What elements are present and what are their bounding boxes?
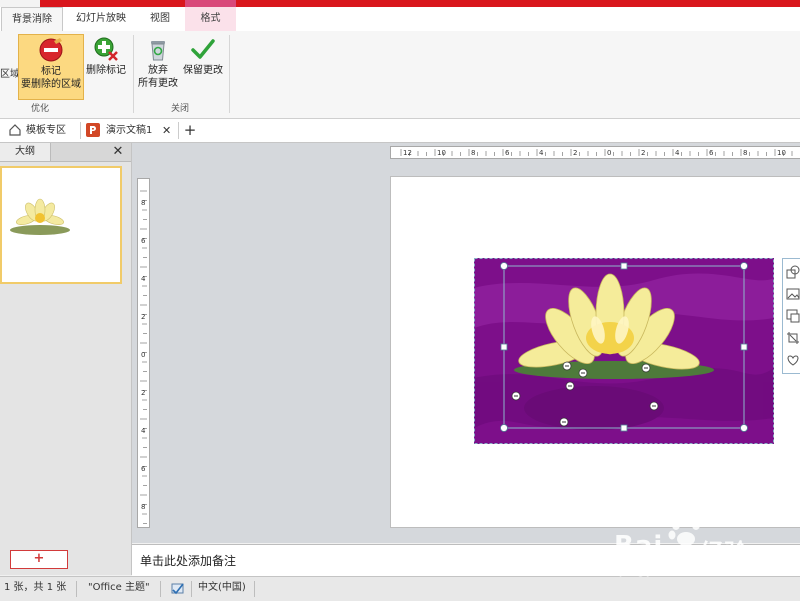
quick-access-toolbar	[0, 0, 40, 7]
vertical-ruler[interactable]: 8 6 4 2 0 2 4 6 8	[137, 178, 150, 528]
outline-tab[interactable]: 大纲	[0, 143, 51, 161]
discard-all-changes-button[interactable]: 放弃 所有更改	[135, 34, 181, 98]
status-separator	[160, 581, 161, 597]
delete-mark-label: 删除标记	[86, 65, 126, 76]
mark-line2: 要删除的区域	[21, 79, 81, 90]
partial-button-label[interactable]: 区域	[0, 65, 20, 80]
language-indicator[interactable]: 中文(中国)	[198, 577, 246, 601]
vertical-ruler-ticks: 8 6 4 2 0 2 4 6 8	[140, 190, 147, 524]
ruler-label: 4	[141, 275, 146, 283]
mark-areas-to-remove-button[interactable]: 标记 要删除的区域	[18, 34, 84, 100]
ruler-label: 6	[141, 237, 146, 245]
heart-shape-icon[interactable]	[786, 353, 800, 367]
document-tab-label: 演示文稿1	[106, 125, 153, 136]
status-separator	[191, 581, 192, 597]
close-pane-icon[interactable]: ✕	[110, 143, 126, 161]
group-separator	[229, 35, 230, 113]
group-label-optimize: 优化	[30, 104, 49, 114]
ribbon-panel: 区域 标记 要删除的区域 删除标记 放弃 所有更改 保留更改 优化 关闭	[0, 31, 800, 119]
spell-check-icon[interactable]	[170, 582, 186, 596]
keep-changes-label: 保留更改	[183, 65, 223, 76]
new-tab-button[interactable]: +	[182, 119, 198, 142]
ruler-label: 8	[471, 149, 475, 157]
mark-line1: 标记	[41, 66, 61, 77]
status-separator	[76, 581, 77, 597]
document-tab[interactable]: 演示文稿1 ✕	[86, 119, 176, 142]
checkmark-icon	[191, 39, 215, 59]
document-tab-bar: 模板专区 演示文稿1 ✕ +	[0, 119, 800, 143]
baidu-watermark: Bai 经验 jingyan.baidu.com	[612, 513, 800, 583]
ruler-label: 4	[539, 149, 544, 157]
ruler-label: 4	[675, 149, 680, 157]
slide-count: 1 张，共 1 张	[4, 582, 67, 593]
ribbon-tab-bar: 背景消除 幻灯片放映 视图 格式	[0, 7, 800, 32]
shape-icon[interactable]	[786, 265, 800, 279]
slide-thumbnail[interactable]	[0, 166, 122, 284]
delete-mark-icon	[94, 37, 118, 61]
tab-divider	[80, 122, 81, 139]
watermark-brand: Bai	[614, 531, 664, 561]
notes-placeholder: 单击此处添加备注	[140, 554, 237, 568]
group-separator	[133, 35, 134, 113]
picture-icon[interactable]	[786, 287, 800, 301]
template-zone-tab[interactable]: 模板专区	[6, 119, 78, 142]
ruler-label: 0	[607, 149, 611, 157]
picture-quick-tools	[782, 258, 800, 374]
delete-mark-button[interactable]: 删除标记	[84, 34, 128, 98]
horizontal-ruler[interactable]: 12 10 8 6 4 2 0 2 4 6 8 10	[390, 146, 800, 159]
tab-view[interactable]: 视图	[140, 7, 180, 31]
tab-divider	[178, 122, 179, 139]
ruler-label: 10	[437, 149, 446, 157]
close-tab-icon[interactable]: ✕	[162, 119, 171, 142]
tab-format[interactable]: 格式	[185, 7, 236, 31]
ruler-label: 4	[141, 427, 146, 435]
powerpoint-icon	[86, 123, 100, 137]
discard-line2: 所有更改	[138, 78, 178, 89]
ruler-label: 8	[141, 199, 145, 207]
window-top-bar	[0, 0, 800, 7]
ruler-label: 2	[573, 149, 577, 157]
ruler-label: 8	[141, 503, 145, 511]
home-icon	[9, 124, 21, 136]
tab-background-removal[interactable]: 背景消除	[1, 7, 63, 32]
ruler-label: 0	[141, 351, 145, 359]
ruler-label: 6	[505, 149, 510, 157]
replace-picture-icon[interactable]	[786, 309, 800, 323]
crop-icon[interactable]	[786, 331, 800, 345]
ruler-label: 2	[141, 389, 145, 397]
ruler-label: 10	[777, 149, 786, 157]
ruler-label: 2	[641, 149, 645, 157]
discard-line1: 放弃	[148, 65, 168, 76]
picture-tools-context-cap	[185, 0, 236, 7]
horizontal-ruler-ticks: 12 10 8 6 4 2 0 2 4 6 8 10	[400, 149, 793, 157]
add-slide-button[interactable]: +	[10, 550, 68, 569]
ruler-label: 12	[403, 149, 412, 157]
keep-changes-button[interactable]: 保留更改	[181, 34, 225, 98]
minus-circle-icon	[39, 38, 63, 62]
theme-name[interactable]: "Office 主题"	[88, 577, 150, 601]
ruler-label: 2	[141, 313, 145, 321]
status-separator	[254, 581, 255, 597]
ruler-label: 6	[141, 465, 146, 473]
lotus-thumbnail-image	[10, 198, 70, 235]
watermark-url: jingyan.baidu.com	[620, 563, 748, 577]
ruler-label: 8	[743, 149, 747, 157]
template-zone-label: 模板专区	[26, 125, 66, 136]
group-label-close: 关闭	[170, 104, 189, 114]
lotus-picture[interactable]	[474, 258, 774, 444]
recycle-bin-icon	[151, 41, 165, 61]
ruler-label: 6	[709, 149, 714, 157]
tab-slideshow[interactable]: 幻灯片放映	[68, 7, 134, 31]
